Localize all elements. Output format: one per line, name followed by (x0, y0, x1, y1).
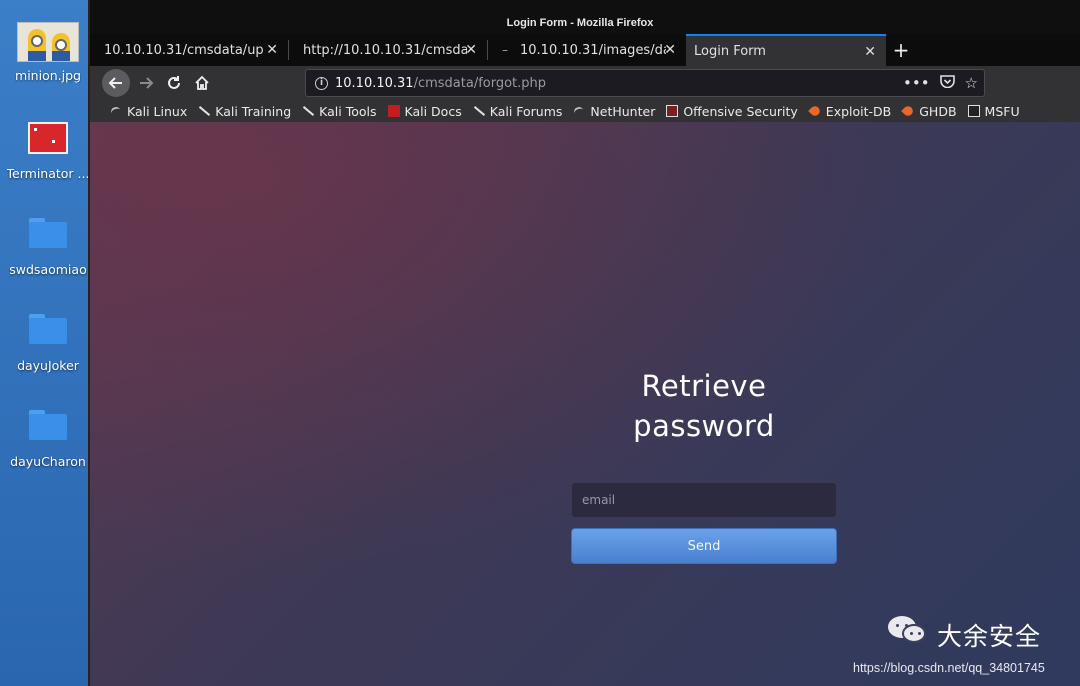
url-path: /cmsdata/forgot.php (413, 75, 547, 91)
desktop-icon-label: dayuCharon (10, 454, 86, 469)
tab-label: http://10.10.10.31/cmsdata/u (303, 42, 467, 58)
close-icon[interactable]: ✕ (266, 42, 278, 58)
tab-images[interactable]: – 10.10.10.31/images/dayu ✕ (488, 34, 686, 66)
arrow-left-icon (108, 77, 122, 89)
desktop-icon-minion[interactable]: minion.jpg (0, 22, 96, 83)
desktop-icon-dayujoker[interactable]: dayuJoker (0, 314, 96, 373)
pocket-icon[interactable] (939, 74, 955, 92)
msfu-icon (967, 105, 980, 117)
exploit-icon (808, 104, 822, 118)
desktop-icon-label: Terminator ... (6, 166, 90, 181)
watermark-brand: 大余安全 (937, 622, 1042, 651)
page-title: Retrieve password (594, 366, 814, 446)
desktop-icon-swdsaomiao[interactable]: swdsaomiao (0, 218, 96, 277)
window-titlebar[interactable]: Login Form - Mozilla Firefox (90, 0, 1080, 34)
send-button[interactable]: Send (571, 528, 837, 564)
kali-icon (573, 105, 585, 117)
wechat-logo-icon (888, 612, 932, 648)
bookmark-kali-training[interactable]: Kali Training (198, 104, 291, 119)
desktop-icon-label: swdsaomiao (9, 262, 87, 277)
close-icon[interactable]: ✕ (465, 42, 477, 58)
close-icon[interactable]: ✕ (864, 44, 876, 60)
window-title: Login Form - Mozilla Firefox (506, 17, 654, 29)
dragon-icon (302, 105, 314, 117)
desktop-icon-label: minion.jpg (15, 68, 81, 83)
folder-icon (29, 218, 67, 248)
bookmark-kali-linux[interactable]: Kali Linux (110, 104, 187, 119)
bookmark-ghdb[interactable]: GHDB (901, 104, 957, 119)
arrow-right-icon (140, 77, 154, 89)
tab-strip: 10.10.10.31/cmsdata/upload ✕ http://10.1… (90, 34, 1080, 66)
desktop: minion.jpg Terminator ... swdsaomiao day… (0, 0, 90, 686)
exploit-icon (901, 104, 916, 118)
kali-icon (110, 105, 122, 117)
docs-icon (387, 105, 400, 117)
terminal-icon (28, 122, 68, 154)
watermark-url: https://blog.csdn.net/qq_34801745 (853, 661, 1045, 675)
desktop-icon-dayucharon[interactable]: dayuCharon (0, 410, 96, 469)
tab-label: Login Form (694, 43, 766, 59)
tab-favicon-icon: – (502, 43, 508, 57)
back-button[interactable] (102, 69, 130, 97)
folder-icon (29, 410, 67, 440)
bookmarks-toolbar: Kali Linux Kali Training Kali Tools Kali… (90, 100, 1080, 122)
bookmark-kali-docs[interactable]: Kali Docs (387, 104, 462, 119)
tab-cmsdata[interactable]: http://10.10.10.31/cmsdata/u ✕ (289, 34, 487, 66)
desktop-icon-label: dayuJoker (17, 358, 79, 373)
close-icon[interactable]: ✕ (664, 42, 676, 58)
tab-label: 10.10.10.31/cmsdata/upload (104, 42, 264, 58)
folder-icon (29, 314, 67, 344)
bookmark-kali-tools[interactable]: Kali Tools (302, 104, 376, 119)
tab-upload[interactable]: 10.10.10.31/cmsdata/upload ✕ (90, 34, 288, 66)
home-icon (195, 75, 209, 90)
bookmark-kali-forums[interactable]: Kali Forums (473, 104, 563, 119)
home-button[interactable] (192, 73, 212, 93)
reload-button[interactable] (164, 73, 184, 93)
bookmark-exploit-db[interactable]: Exploit-DB (808, 104, 891, 119)
reload-icon (168, 76, 180, 89)
bookmark-offensive-security[interactable]: Offensive Security (666, 104, 798, 119)
page-title-line1: Retrieve (641, 369, 767, 403)
tab-login-form[interactable]: Login Form ✕ (686, 34, 886, 66)
image-file-icon (17, 22, 79, 62)
desktop-icon-terminator[interactable]: Terminator ... (0, 122, 96, 181)
firefox-window: Login Form - Mozilla Firefox 10.10.10.31… (88, 0, 1080, 686)
tab-label: 10.10.10.31/images/dayu (520, 42, 666, 58)
page-title-line2: password (633, 409, 775, 443)
dragon-icon (198, 105, 210, 117)
info-icon[interactable]: i (315, 76, 328, 90)
new-tab-button[interactable]: + (886, 34, 916, 66)
email-field[interactable] (571, 482, 837, 518)
page-actions-icon[interactable]: ••• (903, 74, 930, 92)
page-content: Retrieve password Send (90, 122, 1080, 686)
bookmark-star-icon[interactable]: ☆ (965, 74, 978, 92)
offsec-icon (666, 105, 679, 117)
dragon-icon (473, 105, 485, 117)
forward-button[interactable] (136, 73, 156, 93)
url-bar[interactable]: i 10.10.10.31 /cmsdata/forgot.php ••• ☆ (305, 69, 985, 97)
navigation-toolbar: i 10.10.10.31 /cmsdata/forgot.php ••• ☆ (90, 66, 1080, 100)
bookmark-nethunter[interactable]: NetHunter (573, 104, 655, 119)
bookmark-msfu[interactable]: MSFU (967, 104, 1020, 119)
url-host: 10.10.10.31 (335, 75, 414, 91)
